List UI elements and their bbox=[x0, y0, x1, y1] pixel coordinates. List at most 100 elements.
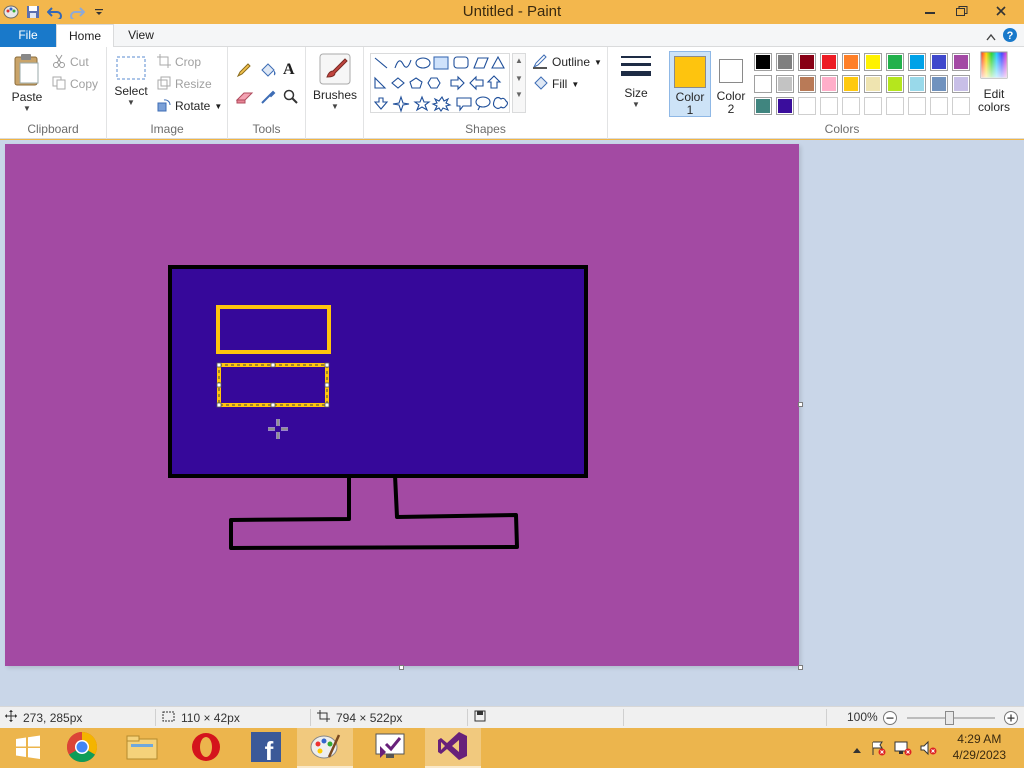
drawing bbox=[168, 265, 588, 550]
palette-swatch[interactable] bbox=[908, 75, 926, 93]
cut-button[interactable]: Cut bbox=[52, 52, 89, 72]
brushes-button[interactable]: Brushes ▼ bbox=[313, 53, 357, 111]
palette-swatch[interactable] bbox=[820, 97, 838, 115]
palette-swatch[interactable] bbox=[930, 53, 948, 71]
help-icon[interactable]: ? bbox=[1002, 27, 1018, 46]
palette-swatch[interactable] bbox=[842, 97, 860, 115]
palette-swatch[interactable] bbox=[754, 97, 772, 115]
palette-swatch[interactable] bbox=[820, 75, 838, 93]
size-button[interactable]: Size ▼ bbox=[617, 53, 655, 109]
color1-button[interactable]: Color 1 bbox=[669, 51, 711, 117]
taskbar-facebook[interactable]: f bbox=[238, 728, 294, 768]
taskbar-opera[interactable] bbox=[178, 728, 234, 768]
palette-swatch[interactable] bbox=[952, 97, 970, 115]
color2-button[interactable]: Color 2 bbox=[712, 51, 750, 117]
resize-button[interactable]: Resize bbox=[157, 74, 212, 94]
palette-swatch[interactable] bbox=[886, 97, 904, 115]
palette-swatch[interactable] bbox=[886, 53, 904, 71]
palette-swatch[interactable] bbox=[754, 53, 772, 71]
select-dropdown-icon[interactable]: ▼ bbox=[113, 98, 149, 107]
drawing-canvas[interactable] bbox=[5, 144, 799, 666]
palette-swatch[interactable] bbox=[798, 97, 816, 115]
palette-swatch[interactable] bbox=[886, 75, 904, 93]
tab-home[interactable]: Home bbox=[56, 24, 114, 48]
system-clock[interactable]: 4:29 AM 4/29/2023 bbox=[953, 731, 1006, 763]
canvas-resize-handle-right[interactable] bbox=[798, 402, 803, 407]
taskbar-visual-studio[interactable] bbox=[425, 728, 481, 768]
start-button[interactable] bbox=[0, 728, 56, 768]
shapes-gallery[interactable] bbox=[370, 53, 510, 113]
palette-swatch[interactable] bbox=[776, 53, 794, 71]
palette-swatch[interactable] bbox=[952, 75, 970, 93]
tools-group-label: Tools bbox=[252, 122, 281, 136]
palette-swatch[interactable] bbox=[820, 53, 838, 71]
palette-swatch[interactable] bbox=[776, 97, 794, 115]
palette-swatch-color bbox=[822, 77, 836, 91]
rotate-button[interactable]: Rotate ▼ bbox=[157, 96, 222, 116]
zoom-out-button[interactable] bbox=[882, 710, 898, 726]
paste-dropdown-icon[interactable]: ▼ bbox=[8, 104, 46, 113]
outline-button[interactable]: Outline ▼ bbox=[532, 52, 602, 72]
palette-swatch[interactable] bbox=[798, 75, 816, 93]
shapes-expand-icon[interactable]: ▼ bbox=[513, 90, 525, 100]
clock-date: 4/29/2023 bbox=[952, 748, 1006, 762]
facebook-icon: f bbox=[250, 731, 282, 766]
palette-swatch[interactable] bbox=[864, 75, 882, 93]
text-tool-icon[interactable]: A bbox=[283, 61, 295, 79]
canvas-workspace[interactable] bbox=[0, 140, 1024, 706]
canvas-resize-handle-corner[interactable] bbox=[798, 665, 803, 670]
eraser-icon[interactable] bbox=[236, 90, 254, 104]
restore-button[interactable] bbox=[946, 0, 978, 22]
close-button[interactable] bbox=[978, 0, 1024, 22]
minimize-button[interactable] bbox=[914, 0, 946, 22]
shapes-scrollbar[interactable]: ▲ ▼ ▼ bbox=[512, 53, 526, 113]
tab-view[interactable]: View bbox=[114, 24, 168, 47]
palette-swatch-color bbox=[800, 77, 814, 91]
brush-icon bbox=[319, 53, 351, 88]
size-dropdown-icon[interactable]: ▼ bbox=[617, 100, 655, 109]
palette-swatch[interactable] bbox=[952, 53, 970, 71]
palette-swatch[interactable] bbox=[908, 97, 926, 115]
palette-swatch[interactable] bbox=[798, 53, 816, 71]
palette-swatch[interactable] bbox=[864, 97, 882, 115]
palette-swatch-color bbox=[800, 99, 814, 113]
crop-button[interactable]: Crop bbox=[157, 52, 201, 72]
brushes-dropdown-icon[interactable]: ▼ bbox=[313, 102, 357, 111]
network-icon[interactable] bbox=[894, 740, 912, 759]
select-button[interactable]: Select ▼ bbox=[113, 55, 149, 107]
zoom-slider-thumb[interactable] bbox=[945, 711, 954, 725]
taskbar-paint[interactable] bbox=[297, 728, 353, 768]
shapes-scroll-up-icon[interactable]: ▲ bbox=[513, 54, 525, 68]
taskbar-chrome[interactable] bbox=[54, 728, 110, 768]
collapse-ribbon-icon[interactable] bbox=[986, 30, 996, 44]
selection-size-icon bbox=[162, 710, 175, 725]
magnifier-icon[interactable] bbox=[283, 89, 299, 105]
palette-swatch[interactable] bbox=[754, 75, 772, 93]
taskbar-file-explorer[interactable] bbox=[114, 728, 170, 768]
palette-swatch[interactable] bbox=[776, 75, 794, 93]
volume-icon[interactable] bbox=[920, 740, 938, 759]
palette-swatch[interactable] bbox=[930, 97, 948, 115]
color-picker-icon[interactable] bbox=[260, 89, 276, 105]
palette-swatch[interactable] bbox=[842, 75, 860, 93]
show-hidden-icons-icon[interactable] bbox=[852, 743, 862, 757]
outline-dropdown-icon[interactable]: ▼ bbox=[594, 58, 602, 67]
palette-swatch[interactable] bbox=[864, 53, 882, 71]
palette-swatch[interactable] bbox=[908, 53, 926, 71]
rotate-dropdown-icon[interactable]: ▼ bbox=[214, 102, 222, 111]
action-center-icon[interactable] bbox=[870, 740, 886, 759]
fill-bucket-icon[interactable] bbox=[259, 62, 277, 78]
edit-colors-button[interactable]: Edit colors bbox=[976, 51, 1012, 114]
copy-button[interactable]: Copy bbox=[52, 74, 98, 94]
tab-file[interactable]: File bbox=[0, 24, 56, 47]
pencil-icon[interactable] bbox=[236, 62, 252, 78]
palette-swatch[interactable] bbox=[930, 75, 948, 93]
fill-dropdown-icon[interactable]: ▼ bbox=[571, 80, 579, 89]
taskbar-vs-installer[interactable] bbox=[362, 728, 418, 768]
shapes-scroll-down-icon[interactable]: ▼ bbox=[513, 68, 525, 90]
paste-button[interactable]: Paste ▼ bbox=[8, 53, 46, 113]
zoom-in-button[interactable] bbox=[1003, 710, 1019, 726]
canvas-resize-handle-bottom[interactable] bbox=[399, 665, 404, 670]
palette-swatch[interactable] bbox=[842, 53, 860, 71]
fill-button[interactable]: Fill ▼ bbox=[532, 74, 579, 94]
